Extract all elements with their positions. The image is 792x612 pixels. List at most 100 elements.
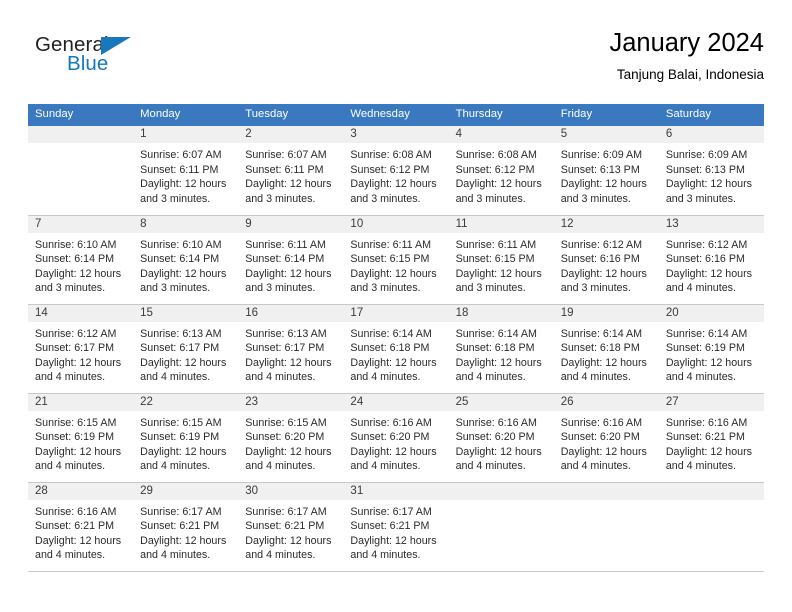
daylight-text-line2: and 3 minutes. [245,192,316,205]
calendar-day-cell[interactable]: 23 Sunrise: 6:15 AM Sunset: 6:20 PM Dayligh… [238,392,344,482]
day-details: Sunrise: 6:11 AM Sunset: 6:14 PM Daylight:… [238,233,343,296]
sunrise-text: Sunrise: 6:14 AM [455,327,537,340]
daylight-text-line2: and 3 minutes. [455,192,526,205]
day-number: 26 [553,393,659,411]
daylight-text-line2: and 3 minutes. [665,192,736,205]
calendar-day-cell[interactable]: 14 Sunrise: 6:12 AM Sunset: 6:17 PM Dayligh… [28,303,134,393]
day-number: 27 [658,393,764,411]
daylight-text-line2: and 4 minutes. [455,371,526,384]
daylight-text-line1: Daylight: 12 hours [560,445,647,458]
day-number: 13 [658,215,764,233]
day-number: 31 [343,482,449,500]
calendar-day-cell[interactable]: 18 Sunrise: 6:14 AM Sunset: 6:18 PM Dayligh… [448,303,554,393]
day-number: 17 [343,304,449,322]
calendar-day-cell[interactable]: 4 Sunrise: 6:08 AM Sunset: 6:12 PM Daylight… [448,126,554,215]
weekday-header-tuesday: Tuesday [238,104,344,126]
day-details: Sunrise: 6:09 AM Sunset: 6:13 PM Daylight:… [659,143,764,206]
day-details: Sunrise: 6:08 AM Sunset: 6:12 PM Daylight:… [343,143,448,206]
calendar-day-cell[interactable]: 12 Sunrise: 6:12 AM Sunset: 6:16 PM Dayligh… [553,214,659,304]
daylight-text-line2: and 3 minutes. [560,192,631,205]
general-blue-logo[interactable]: General Blue [35,34,185,92]
calendar-day-cell[interactable]: 27 Sunrise: 6:16 AM Sunset: 6:21 PM Dayligh… [658,392,764,482]
day-number: 25 [448,393,554,411]
calendar-day-cell[interactable]: 1 Sunrise: 6:07 AM Sunset: 6:11 PM Daylight… [133,126,239,215]
day-number: 6 [658,126,764,143]
calendar-day-cell[interactable]: 30 Sunrise: 6:17 AM Sunset: 6:21 PM Dayligh… [238,481,344,571]
page-subtitle: Tanjung Balai, Indonesia [616,67,764,82]
daylight-text-line2: and 3 minutes. [455,282,526,295]
calendar-day-cell[interactable]: 22 Sunrise: 6:15 AM Sunset: 6:19 PM Dayligh… [133,392,239,482]
calendar-day-cell[interactable]: 3 Sunrise: 6:08 AM Sunset: 6:12 PM Daylight… [343,126,449,215]
calendar-cell-empty [28,126,134,215]
calendar-day-cell[interactable]: 16 Sunrise: 6:13 AM Sunset: 6:17 PM Dayligh… [238,303,344,393]
calendar-day-cell[interactable]: 19 Sunrise: 6:14 AM Sunset: 6:18 PM Dayligh… [553,303,659,393]
sunrise-text: Sunrise: 6:13 AM [245,327,327,340]
calendar-day-cell[interactable]: 31 Sunrise: 6:17 AM Sunset: 6:21 PM Dayligh… [343,481,449,571]
calendar-day-cell[interactable]: 17 Sunrise: 6:14 AM Sunset: 6:18 PM Dayligh… [343,303,449,393]
sunrise-text: Sunrise: 6:12 AM [665,238,748,251]
daylight-text-line1: Daylight: 12 hours [245,178,332,191]
calendar-day-cell[interactable]: 11 Sunrise: 6:11 AM Sunset: 6:15 PM Dayligh… [448,214,554,304]
calendar-day-cell[interactable]: 2 Sunrise: 6:07 AM Sunset: 6:11 PM Daylight… [238,126,344,215]
daylight-text-line1: Daylight: 12 hours [455,356,542,369]
day-details: Sunrise: 6:07 AM Sunset: 6:11 PM Daylight:… [238,143,343,206]
calendar-day-cell[interactable]: 24 Sunrise: 6:16 AM Sunset: 6:20 PM Dayligh… [343,392,449,482]
day-number: 14 [28,304,134,322]
daylight-text-line2: and 3 minutes. [350,192,421,205]
sunrise-text: Sunrise: 6:07 AM [140,149,222,161]
calendar-day-cell[interactable]: 5 Sunrise: 6:09 AM Sunset: 6:13 PM Daylight… [553,126,659,215]
calendar-header-row: Sunday Monday Tuesday Wednesday Thursday… [28,104,764,126]
weekday-header-monday: Monday [133,104,239,126]
sunset-text: Sunset: 6:21 PM [350,520,430,533]
sunset-text: Sunset: 6:20 PM [245,431,325,444]
daylight-text-line1: Daylight: 12 hours [665,178,752,191]
sunrise-text: Sunrise: 6:17 AM [350,505,432,518]
day-details: Sunrise: 6:11 AM Sunset: 6:15 PM Daylight:… [449,233,554,296]
day-details: Sunrise: 6:13 AM Sunset: 6:17 PM Daylight:… [238,322,343,385]
day-details: Sunrise: 6:15 AM Sunset: 6:19 PM Daylight:… [28,411,133,474]
sunrise-text: Sunrise: 6:16 AM [665,416,748,429]
calendar-cell-empty [448,481,554,571]
calendar-cell-empty [553,481,659,571]
day-number: 20 [658,304,764,322]
sunset-text: Sunset: 6:14 PM [35,253,115,266]
calendar-day-cell[interactable]: 8 Sunrise: 6:10 AM Sunset: 6:14 PM Daylight… [133,214,239,304]
daylight-text-line2: and 4 minutes. [245,371,316,384]
calendar-day-cell[interactable]: 25 Sunrise: 6:16 AM Sunset: 6:20 PM Dayligh… [448,392,554,482]
calendar-day-cell[interactable]: 20 Sunrise: 6:14 AM Sunset: 6:19 PM Dayligh… [658,303,764,393]
day-number [448,482,554,500]
sunrise-text: Sunrise: 6:16 AM [560,416,643,429]
sunset-text: Sunset: 6:21 PM [140,520,220,533]
sunrise-text: Sunrise: 6:09 AM [665,149,748,161]
calendar-day-cell[interactable]: 13 Sunrise: 6:12 AM Sunset: 6:16 PM Dayligh… [658,214,764,304]
daylight-text-line1: Daylight: 12 hours [665,445,752,458]
day-details: Sunrise: 6:17 AM Sunset: 6:21 PM Daylight:… [343,500,448,563]
day-number: 18 [448,304,554,322]
calendar-day-cell[interactable]: 9 Sunrise: 6:11 AM Sunset: 6:14 PM Daylight… [238,214,344,304]
calendar-day-cell[interactable]: 29 Sunrise: 6:17 AM Sunset: 6:21 PM Dayligh… [133,481,239,571]
calendar-day-cell[interactable]: 10 Sunrise: 6:11 AM Sunset: 6:15 PM Dayligh… [343,214,449,304]
sunset-text: Sunset: 6:20 PM [455,431,535,444]
daylight-text-line1: Daylight: 12 hours [35,356,122,369]
daylight-text-line2: and 3 minutes. [245,282,316,295]
calendar-week-row: 14 Sunrise: 6:12 AM Sunset: 6:17 PM Dayligh… [28,303,764,393]
calendar-body: 1 Sunrise: 6:07 AM Sunset: 6:11 PM Daylight… [28,126,764,571]
day-number: 23 [238,393,344,411]
day-details: Sunrise: 6:14 AM Sunset: 6:18 PM Daylight:… [554,322,659,385]
day-number: 7 [28,215,134,233]
day-number: 9 [238,215,344,233]
sunset-text: Sunset: 6:13 PM [560,163,640,176]
daylight-text-line2: and 4 minutes. [35,460,106,473]
sunset-text: Sunset: 6:19 PM [35,431,115,444]
calendar-day-cell[interactable]: 28 Sunrise: 6:16 AM Sunset: 6:21 PM Dayligh… [28,481,134,571]
calendar-day-cell[interactable]: 26 Sunrise: 6:16 AM Sunset: 6:20 PM Dayligh… [553,392,659,482]
daylight-text-line2: and 4 minutes. [350,549,421,562]
sunrise-text: Sunrise: 6:08 AM [350,149,432,161]
sunset-text: Sunset: 6:12 PM [350,163,430,176]
calendar-day-cell[interactable]: 6 Sunrise: 6:09 AM Sunset: 6:13 PM Daylight… [658,126,764,215]
sunset-text: Sunset: 6:16 PM [560,253,640,266]
day-details: Sunrise: 6:10 AM Sunset: 6:14 PM Daylight:… [133,233,238,296]
calendar-day-cell[interactable]: 21 Sunrise: 6:15 AM Sunset: 6:19 PM Dayligh… [28,392,134,482]
calendar-day-cell[interactable]: 7 Sunrise: 6:10 AM Sunset: 6:14 PM Daylight… [28,214,134,304]
calendar-day-cell[interactable]: 15 Sunrise: 6:13 AM Sunset: 6:17 PM Dayligh… [133,303,239,393]
